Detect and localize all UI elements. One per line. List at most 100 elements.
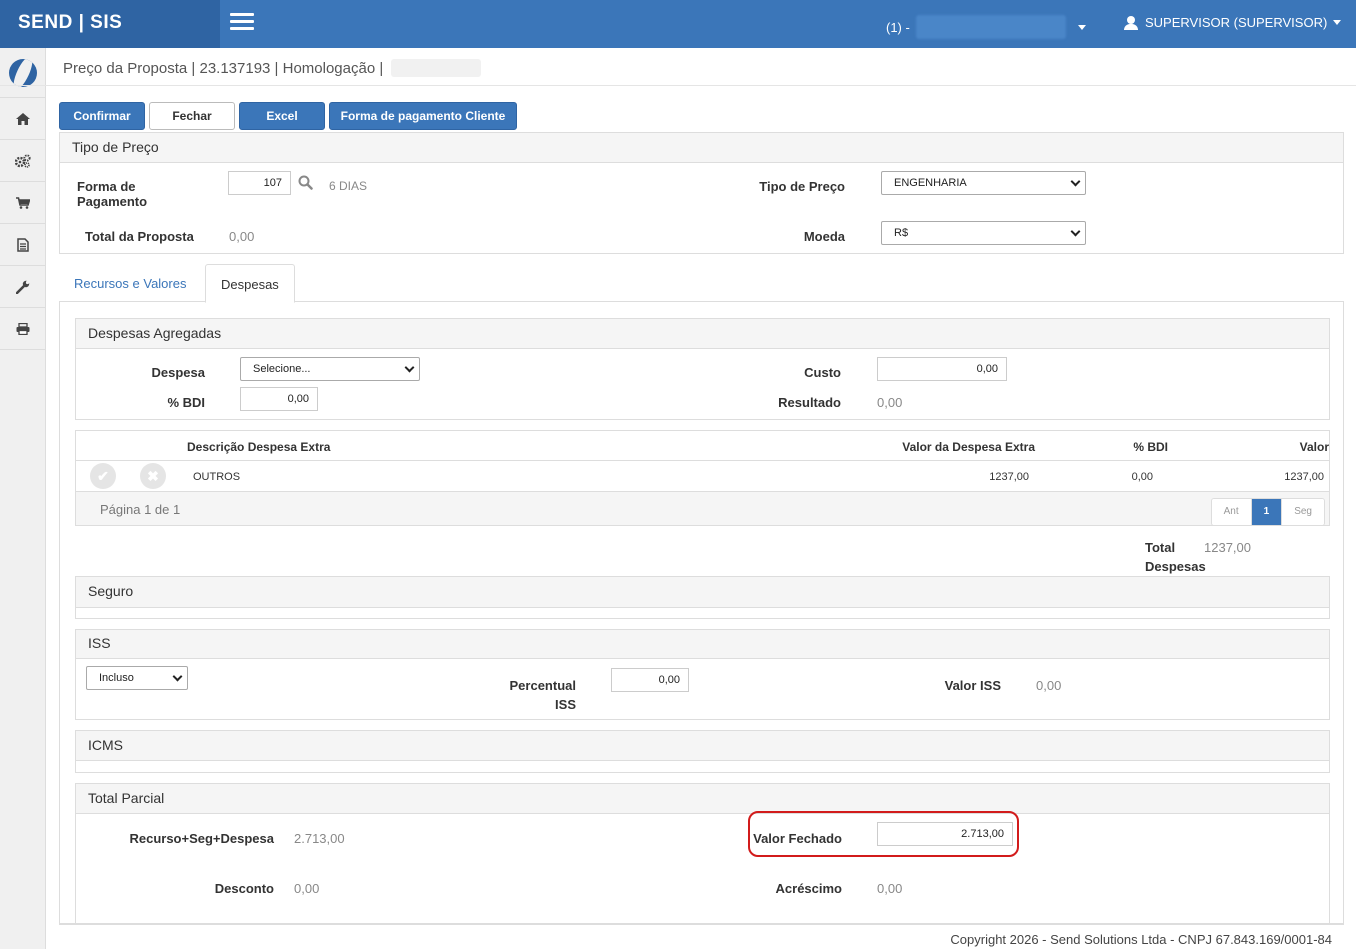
sidebar [0, 48, 46, 949]
despesa-label: Despesa [151, 365, 205, 380]
percentual-iss-input[interactable]: 0,00 [611, 668, 689, 692]
panel-title: Seguro [76, 577, 1329, 608]
user-icon [1124, 15, 1138, 30]
despesa-select[interactable]: Selecione... [240, 357, 420, 381]
despesa-value: Selecione... [253, 363, 311, 375]
pager-current[interactable]: 1 [1251, 499, 1283, 525]
chevron-down-icon [1070, 226, 1081, 237]
percentual-iss-label: Percentual ISS [496, 676, 576, 714]
sidebar-item-settings[interactable] [0, 140, 46, 182]
total-despesas-value: 1237,00 [1204, 540, 1251, 555]
company-prefix: (1) - [886, 19, 910, 35]
col-valor[interactable]: Valor [1300, 440, 1329, 454]
sidebar-item-tools[interactable] [0, 266, 46, 308]
breadcrumb: Preço da Proposta | 23.137193 | Homologa… [63, 59, 482, 77]
header-divider [0, 85, 1356, 86]
sidebar-item-documents[interactable] [0, 224, 46, 266]
document-icon [17, 237, 29, 252]
tab-content-despesas: Despesas Agregadas Despesa Selecione... … [59, 302, 1344, 924]
recurso-seg-despesa-label: Recurso+Seg+Despesa [129, 831, 274, 846]
resultado-label: Resultado [778, 395, 841, 410]
forma-pagamento-desc: 6 DIAS [329, 179, 368, 193]
tab-recursos-valores[interactable]: Recursos e Valores [59, 264, 201, 302]
home-icon [16, 112, 30, 125]
side-logo[interactable] [0, 48, 46, 98]
user-menu[interactable]: SUPERVISOR (SUPERVISOR) [1124, 15, 1342, 30]
resultado-value: 0,00 [877, 395, 903, 410]
panel-title: ISS [76, 630, 1329, 659]
moeda-value: R$ [894, 227, 909, 239]
wrench-icon [16, 280, 30, 294]
iss-mode-value: Incluso [99, 672, 134, 684]
excel-button[interactable]: Excel [239, 102, 325, 130]
valor-iss-value: 0,00 [1036, 678, 1062, 693]
grid-header: Descrição Despesa Extra Valor da Despesa… [76, 431, 1329, 461]
menu-toggle-icon[interactable] [230, 13, 254, 31]
copyright-text: Copyright 2026 - Send Solutions Ltda - C… [950, 932, 1332, 947]
total-parcial-panel: Total Parcial Recurso+Seg+Despesa 2.713,… [75, 783, 1330, 924]
cell-valor: 1237,00 [1284, 471, 1324, 483]
sidebar-item-home[interactable] [0, 98, 46, 140]
col-descricao[interactable]: Descrição Despesa Extra [187, 440, 330, 454]
tipo-preco-value: ENGENHARIA [894, 177, 967, 189]
print-icon [16, 322, 30, 335]
total-despesas-label-line2: Despesas [1145, 559, 1206, 574]
chevron-down-icon [1070, 176, 1081, 187]
toolbar: Confirmar Fechar Excel Forma de pagament… [59, 102, 521, 130]
tab-bar: Recursos e Valores Despesas [59, 264, 1344, 303]
percentual-iss-label-line2: ISS [555, 697, 576, 712]
redacted-text [391, 59, 482, 77]
sidebar-item-print[interactable] [0, 308, 46, 350]
forma-pagamento-label: Forma de Pagamento [77, 179, 148, 209]
percentual-iss-label-line1: Percentual [509, 678, 576, 693]
pager-prev[interactable]: Ant [1211, 499, 1252, 525]
panel-title: Tipo de Preço [60, 133, 1343, 163]
acrescimo-label: Acréscimo [775, 881, 842, 896]
panel-title: Despesas Agregadas [76, 319, 1329, 349]
search-icon[interactable] [298, 175, 313, 190]
panel-title: Total Parcial [76, 784, 1329, 814]
custo-label: Custo [804, 365, 841, 380]
company-name-redacted [915, 15, 1066, 39]
cell-descricao: OUTROS [193, 471, 241, 483]
col-valor-despesa[interactable]: Valor da Despesa Extra [902, 440, 1035, 454]
check-icon[interactable]: ✔ [90, 463, 116, 489]
desconto-label: Desconto [214, 881, 274, 896]
page-title: Preço da Proposta | 23.137193 | Homologa… [63, 59, 384, 77]
tipo-preco-select[interactable]: ENGENHARIA [881, 171, 1086, 195]
panel-title: ICMS [76, 731, 1329, 761]
top-navbar: SEND | SIS (1) - SUPERVISOR (SUPERVISOR) [0, 0, 1356, 48]
confirm-button[interactable]: Confirmar [59, 102, 145, 130]
despesas-grid: Descrição Despesa Extra Valor da Despesa… [75, 430, 1330, 526]
pager-next[interactable]: Seg [1282, 499, 1324, 525]
delete-icon[interactable]: ✖ [140, 463, 166, 489]
close-button[interactable]: Fechar [149, 102, 235, 130]
recurso-seg-despesa-value: 2.713,00 [294, 831, 345, 846]
forma-pagamento-input[interactable]: 107 [228, 171, 291, 195]
custo-input[interactable]: 0,00 [877, 357, 1007, 381]
total-proposta-value: 0,00 [229, 229, 255, 244]
valor-fechado-highlight [748, 811, 1019, 857]
brand-logo[interactable]: SEND | SIS [0, 0, 220, 48]
app-logo-icon [9, 58, 37, 87]
tab-despesas[interactable]: Despesas [205, 264, 295, 303]
caret-down-icon [1077, 24, 1086, 30]
total-despesas-label: Total Despesas [1145, 538, 1206, 576]
col-bdi[interactable]: % BDI [1133, 440, 1168, 454]
iss-mode-select[interactable]: Incluso [86, 666, 188, 690]
acrescimo-value: 0,00 [877, 881, 903, 896]
tipo-preco-label: Tipo de Preço [759, 179, 845, 194]
seguro-panel[interactable]: Seguro [75, 576, 1330, 619]
icms-panel[interactable]: ICMS [75, 730, 1330, 773]
moeda-label: Moeda [803, 229, 845, 244]
chevron-down-icon [404, 362, 415, 373]
table-row: ✔ ✖ OUTROS 1237,00 0,00 1237,00 [76, 461, 1329, 492]
total-despesas-label-line1: Total [1145, 540, 1176, 555]
payment-method-button[interactable]: Forma de pagamento Cliente [329, 102, 517, 130]
page-info: Página 1 de 1 [100, 502, 181, 517]
moeda-select[interactable]: R$ [881, 221, 1086, 245]
sidebar-item-cart[interactable] [0, 182, 46, 224]
bdi-input[interactable]: 0,00 [240, 387, 318, 411]
bdi-label: % BDI [167, 395, 205, 410]
company-selector[interactable]: (1) - [886, 15, 1086, 39]
